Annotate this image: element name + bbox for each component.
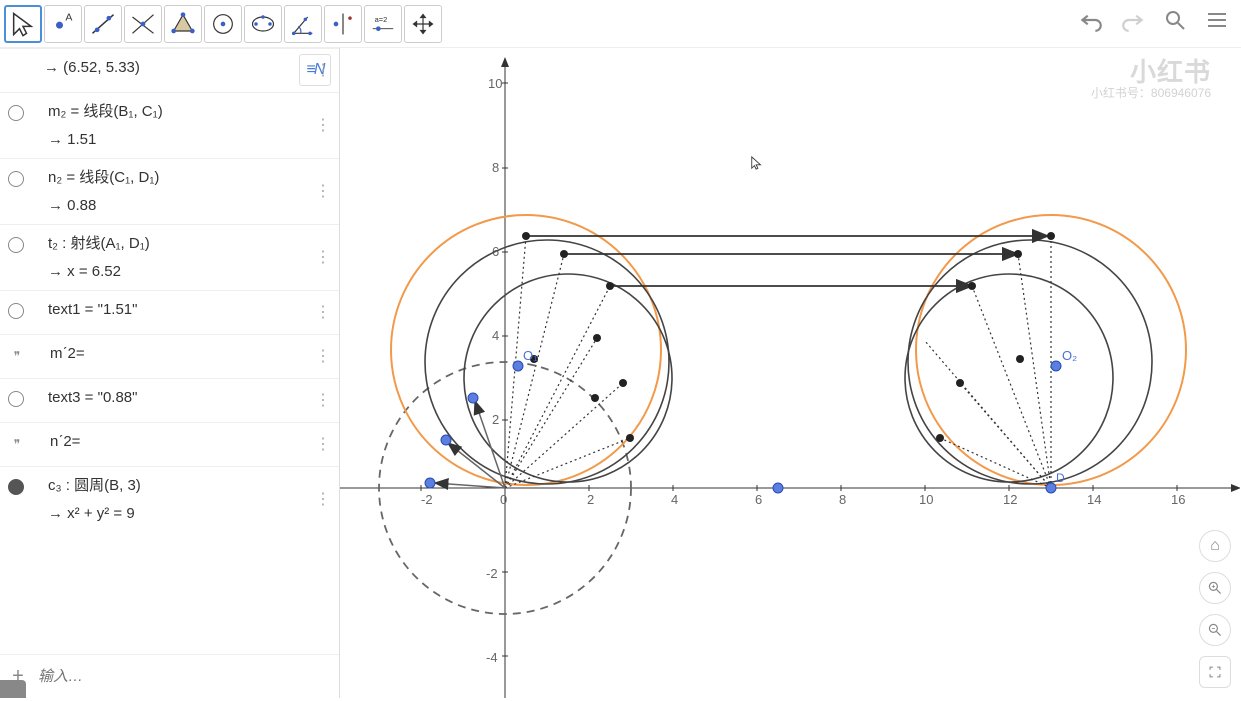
visibility-toggle[interactable] [8, 303, 24, 319]
visibility-toggle[interactable] [8, 237, 24, 253]
item-menu-icon[interactable]: ⋮ [315, 399, 331, 403]
svg-text:8: 8 [492, 160, 499, 175]
toolbar-right [1077, 6, 1231, 34]
input-row: + [0, 654, 339, 698]
item-mprime2[interactable]: ❞ mˊ2= ⋮ [0, 334, 339, 378]
redo-icon[interactable] [1119, 6, 1147, 34]
svg-text:4: 4 [671, 492, 678, 507]
angle-tool[interactable] [284, 5, 322, 43]
item-menu-icon[interactable]: ⋮ [315, 311, 331, 315]
slider-point[interactable] [773, 483, 783, 493]
move-view-tool[interactable] [404, 5, 442, 43]
item-label: m₂ = 线段(B₁, C₁) [48, 99, 163, 125]
cursor-icon [750, 156, 764, 170]
algebra-panel: ≡N → (6.52, 5.33) ⋮ m₂ = 线段(B₁, C₁) → 1.… [0, 48, 340, 698]
item-t2[interactable]: t₂ : 射线(A₁, D₁) → x = 6.52 ⋮ [0, 224, 339, 290]
svg-text:O₂: O₂ [1062, 348, 1077, 363]
move-tool[interactable] [4, 5, 42, 43]
undo-icon[interactable] [1077, 6, 1105, 34]
item-value: → 1.51 [48, 127, 163, 153]
item-label: text1 = "1.51" [48, 297, 137, 323]
svg-text:4: 4 [492, 328, 499, 343]
visibility-toggle[interactable] [8, 391, 24, 407]
svg-text:0: 0 [500, 492, 507, 507]
svg-text:-2: -2 [486, 566, 498, 581]
svg-text:2: 2 [492, 412, 499, 427]
item-menu-icon[interactable]: ⋮ [315, 69, 331, 73]
circle-tool[interactable] [204, 5, 242, 43]
home-button[interactable]: ⌂ [1199, 530, 1231, 562]
line-tool[interactable] [84, 5, 122, 43]
conic-tool[interactable] [244, 5, 282, 43]
fullscreen-button[interactable] [1199, 656, 1231, 688]
circle-orange-right[interactable] [916, 215, 1186, 485]
svg-text:16: 16 [1171, 492, 1185, 507]
svg-text:2: 2 [587, 492, 594, 507]
item-menu-icon[interactable]: ⋮ [315, 355, 331, 359]
item-menu-icon[interactable]: ⋮ [315, 124, 331, 128]
view-controls: ⌂ [1199, 530, 1231, 688]
zoom-in-button[interactable] [1199, 572, 1231, 604]
item-menu-icon[interactable]: ⋮ [315, 256, 331, 260]
item-menu-icon[interactable]: ⋮ [315, 190, 331, 194]
item-label: mˊ2= [50, 341, 85, 367]
keyboard-toggle[interactable] [0, 680, 26, 698]
slider-tool[interactable]: a=2 [364, 5, 402, 43]
svg-text:-2: -2 [421, 492, 433, 507]
item-menu-icon[interactable]: ⋮ [315, 443, 331, 447]
point-tool[interactable]: A [44, 5, 82, 43]
menu-icon[interactable] [1203, 6, 1231, 34]
text-marker-icon[interactable]: ❞ [8, 347, 26, 365]
svg-text:10: 10 [488, 76, 502, 91]
item-label: → (6.52, 5.33) [44, 59, 140, 76]
svg-text:10: 10 [919, 492, 933, 507]
item-menu-icon[interactable]: ⋮ [315, 498, 331, 502]
item-m2[interactable]: m₂ = 线段(B₁, C₁) → 1.51 ⋮ [0, 92, 339, 158]
item-label: c₃ : 圆周(B, 3) [48, 473, 141, 499]
watermark-sub: 小红书号：806946076 [1091, 84, 1211, 101]
graphics-view[interactable]: 小红书 小红书号：806946076 -2 0 2 4 6 8 10 12 [340, 48, 1241, 698]
svg-text:6: 6 [755, 492, 762, 507]
svg-text:O₁: O₁ [523, 348, 538, 363]
svg-text:12: 12 [1003, 492, 1017, 507]
zoom-out-button[interactable] [1199, 614, 1231, 646]
graphics-canvas[interactable]: -2 0 2 4 6 8 10 12 14 16 10 8 6 4 2 -2 -… [340, 48, 1240, 698]
item-value: → 0.88 [48, 193, 159, 219]
svg-text:a=2: a=2 [375, 15, 388, 24]
svg-text:D: D [1056, 471, 1065, 485]
item-c3[interactable]: c₃ : 圆周(B, 3) → x² + y² = 9 ⋮ [0, 466, 339, 532]
item-label: nˊ2= [50, 429, 80, 455]
visibility-toggle[interactable] [8, 479, 24, 495]
visibility-toggle[interactable] [8, 105, 24, 121]
item-label: n₂ = 线段(C₁, D₁) [48, 165, 159, 191]
text-marker-icon[interactable]: ❞ [8, 435, 26, 453]
perpendicular-tool[interactable] [124, 5, 162, 43]
visibility-toggle[interactable] [8, 171, 24, 187]
item-label: t₂ : 射线(A₁, D₁) [48, 231, 150, 257]
algebra-list[interactable]: → (6.52, 5.33) ⋮ m₂ = 线段(B₁, C₁) → 1.51 … [0, 48, 339, 654]
transform-tool[interactable] [324, 5, 362, 43]
item-value: → x² + y² = 9 [48, 501, 141, 527]
main: ≡N → (6.52, 5.33) ⋮ m₂ = 线段(B₁, C₁) → 1.… [0, 48, 1241, 698]
algebra-input[interactable] [38, 668, 331, 685]
svg-text:-4: -4 [486, 650, 498, 665]
item-value: → x = 6.52 [48, 259, 150, 285]
toolbar: A a=2 [0, 0, 1241, 48]
item-text1[interactable]: text1 = "1.51" ⋮ [0, 290, 339, 334]
item-label: text3 = "0.88" [48, 385, 137, 411]
item-text3[interactable]: text3 = "0.88" ⋮ [0, 378, 339, 422]
item-n2[interactable]: n₂ = 线段(C₁, D₁) → 0.88 ⋮ [0, 158, 339, 224]
search-icon[interactable] [1161, 6, 1189, 34]
svg-text:14: 14 [1087, 492, 1101, 507]
polygon-tool[interactable] [164, 5, 202, 43]
svg-text:A: A [65, 11, 72, 23]
item-coords[interactable]: → (6.52, 5.33) ⋮ [0, 48, 339, 92]
svg-text:8: 8 [839, 492, 846, 507]
item-nprime2[interactable]: ❞ nˊ2= ⋮ [0, 422, 339, 466]
